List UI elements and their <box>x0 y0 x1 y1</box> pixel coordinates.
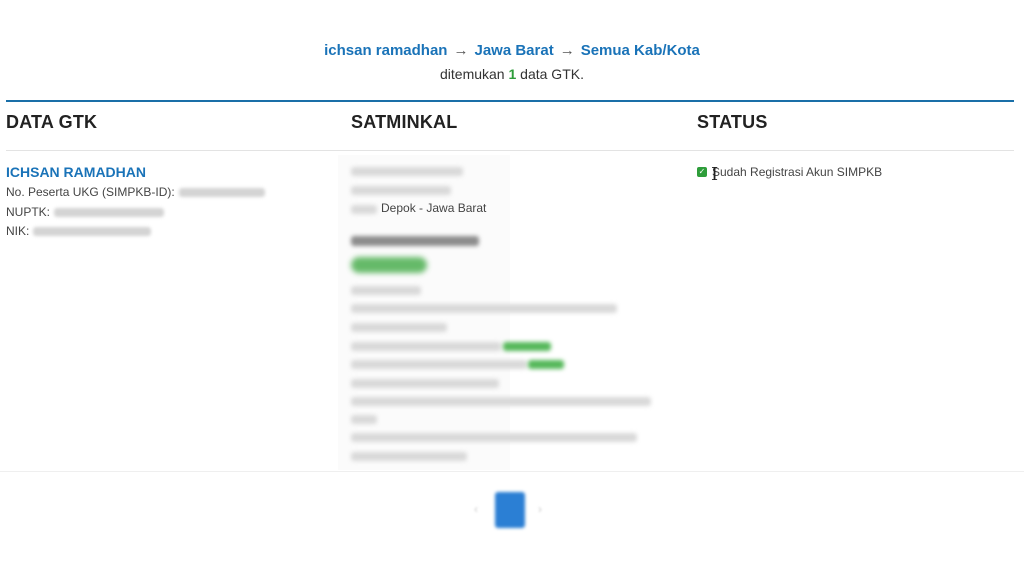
satminkal-redacted-line <box>351 397 651 406</box>
letterbox-top <box>0 0 1024 34</box>
satminkal-redacted-line <box>351 360 527 369</box>
breadcrumb-district[interactable]: Semua Kab/Kota <box>581 42 700 59</box>
satminkal-redacted-green <box>528 360 564 369</box>
satminkal-redacted-line <box>351 304 617 313</box>
pagination-next-button[interactable]: › <box>538 502 542 516</box>
peserta-ukg-row: No. Peserta UKG (SIMPKB-ID): <box>6 185 265 199</box>
satminkal-redacted-line <box>351 415 377 424</box>
satminkal-redacted-line <box>351 433 637 442</box>
satminkal-redacted-line <box>351 167 463 176</box>
result-count-text: ditemukan 1 data GTK. <box>0 66 1024 82</box>
satminkal-redacted-line <box>351 342 501 351</box>
nik-label: NIK: <box>6 224 30 238</box>
column-header-data-gtk: DATA GTK <box>6 112 98 132</box>
result-header: ichsan ramadhan → Jawa Barat → Semua Kab/Kot… <box>0 34 1024 100</box>
text-cursor-icon: I <box>711 164 719 185</box>
satminkal-location: Depok - Jawa Barat <box>381 201 487 215</box>
result-count: 1 <box>508 66 517 82</box>
table-bottom-divider <box>0 471 1024 472</box>
peserta-ukg-label: No. Peserta UKG (SIMPKB-ID): <box>6 185 175 199</box>
satminkal-redacted-badge <box>351 257 427 273</box>
status-text: Sudah Registrasi Akun SIMPKB <box>712 165 883 179</box>
pagination: ‹ › <box>462 492 562 528</box>
satminkal-redacted-green <box>503 342 551 351</box>
nuptk-value-redacted <box>54 208 165 218</box>
satminkal-redacted-line <box>351 286 421 295</box>
column-header-satminkal: SATMINKAL <box>351 112 458 132</box>
arrow-right-icon: → <box>559 42 575 59</box>
satminkal-redacted-line <box>351 186 451 195</box>
breadcrumb: ichsan ramadhan → Jawa Barat → Semua Kab/Kot… <box>0 42 1024 59</box>
breadcrumb-region[interactable]: Jawa Barat <box>474 42 553 59</box>
nik-value-redacted <box>33 227 152 237</box>
satminkal-redacted-line <box>351 452 467 461</box>
column-header-status: STATUS <box>697 112 768 132</box>
check-icon: ✓ <box>697 167 707 177</box>
satminkal-redacted-line <box>351 379 499 388</box>
peserta-ukg-value-redacted <box>178 188 265 198</box>
table-top-divider <box>6 100 1014 102</box>
satminkal-redacted-line <box>351 205 377 214</box>
result-prefix: ditemukan <box>440 66 505 82</box>
nik-row: NIK: <box>6 224 152 238</box>
gtk-name-link[interactable]: ICHSAN RAMADHAN <box>6 164 146 180</box>
result-suffix: data GTK. <box>520 66 584 82</box>
nuptk-row: NUPTK: <box>6 205 165 219</box>
nuptk-label: NUPTK: <box>6 205 51 219</box>
arrow-right-icon: → <box>453 42 469 59</box>
breadcrumb-user[interactable]: ichsan ramadhan <box>324 42 447 59</box>
satminkal-redacted-line <box>351 323 447 332</box>
header-row-divider <box>6 150 1014 151</box>
status-registration: ✓ Sudah Registrasi Akun SIMPKB <box>697 165 882 179</box>
letterbox-bottom <box>0 532 1024 576</box>
pagination-prev-button[interactable]: ‹ <box>474 502 478 516</box>
pagination-current-page[interactable] <box>495 492 525 528</box>
satminkal-redacted-heading <box>351 236 479 246</box>
